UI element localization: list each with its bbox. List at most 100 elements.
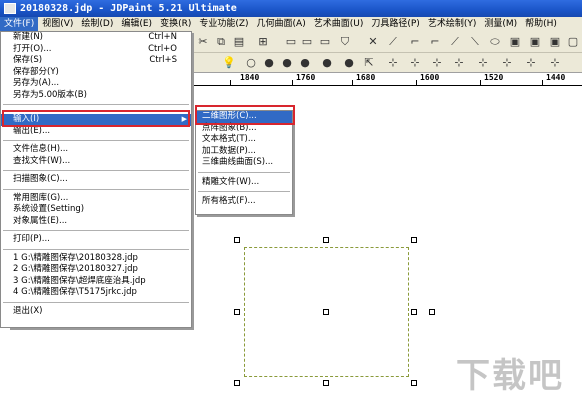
ruler-label: 1520 (484, 73, 504, 82)
bulb-icon[interactable]: 💡 (222, 56, 236, 70)
node5-icon[interactable]: ⊹ (476, 56, 490, 70)
menu-item-recent-file[interactable]: 3 G:\精雕图保存\超焊底座治具.jdp (1, 276, 191, 288)
menu-item-file-info[interactable]: 文件信息(H)... (1, 144, 191, 156)
layer3-icon[interactable]: ▭ (318, 35, 332, 49)
ruler-mark (230, 80, 231, 85)
paste-icon[interactable]: ▤ (232, 35, 246, 49)
menu-item-label: 保存(S) (13, 55, 43, 65)
selection-handle[interactable] (411, 380, 417, 386)
fillet-icon[interactable]: ⌐ (428, 35, 442, 49)
node4-icon[interactable]: ⊹ (452, 56, 466, 70)
selection-handle[interactable] (429, 309, 435, 315)
import-submenu: 二维图形(C)... 点阵图象(B)... 文本格式(T)... 加工数据(P)… (195, 110, 293, 215)
menu-item-open[interactable]: 打开(O)... Ctrl+O (1, 44, 191, 56)
menu-view[interactable]: 视图(V) (38, 17, 77, 31)
join-icon[interactable]: ⟍ (468, 35, 482, 49)
menu-item-recent-file[interactable]: 4 G:\精雕图保存\T5175jrkc.jdp (1, 287, 191, 299)
layer-icon[interactable]: ▭ (284, 35, 298, 49)
menu-transform[interactable]: 变换(R) (156, 17, 195, 31)
dot2-icon[interactable]: ● (280, 56, 294, 70)
menu-item-label: 打印(P)... (13, 234, 50, 244)
menu-item-export[interactable]: 输出(E)... (1, 126, 191, 138)
frame2-icon[interactable]: ▣ (528, 35, 542, 49)
title-bar: 20180328.jdp - JDPaint 5.21 Ultimate (0, 0, 582, 17)
menu-item-scan-image[interactable]: 扫描图象(C)... (1, 174, 191, 186)
menu-item-exit[interactable]: 退出(X) (1, 306, 191, 318)
ellipse-tool-icon[interactable]: ⬭ (488, 35, 502, 49)
menu-edit[interactable]: 编辑(E) (117, 17, 156, 31)
cursor-icon[interactable]: ⇱ (362, 56, 376, 70)
ruler-label: 1840 (240, 73, 260, 82)
menu-art-surface[interactable]: 艺术曲面(U) (310, 17, 368, 31)
frame-icon[interactable]: ▣ (508, 35, 522, 49)
menu-draw[interactable]: 绘制(D) (77, 17, 117, 31)
menu-item-new[interactable]: 新建(N) Ctrl+N (1, 32, 191, 44)
menu-item-label: 2 G:\精雕图保存\20180327.jdp (13, 264, 138, 274)
selection-handle[interactable] (234, 309, 240, 315)
menu-item-save-as-old-version[interactable]: 另存为5.00版本(B) (1, 90, 191, 102)
menu-item-recent-file[interactable]: 1 G:\精雕图保存\20180328.jdp (1, 253, 191, 265)
selection-handle[interactable] (411, 309, 417, 315)
menu-item-label: 新建(N) (13, 32, 43, 42)
selection-handle[interactable] (323, 237, 329, 243)
menu-file[interactable]: 文件(F) (0, 17, 39, 31)
grid-icon[interactable]: ⊞ (256, 35, 270, 49)
selection-handle[interactable] (411, 237, 417, 243)
submenu-item-3d-curves-surfaces[interactable]: 三维曲线曲面(S)... (196, 157, 292, 169)
menu-separator (1, 186, 191, 193)
dot5-icon[interactable]: ● (342, 56, 356, 70)
menu-measure[interactable]: 测量(M) (480, 17, 521, 31)
submenu-item-all-formats[interactable]: 所有格式(F)... (196, 196, 292, 208)
menu-art-draw[interactable]: 艺术绘制(Y) (424, 17, 481, 31)
menu-item-find-file[interactable]: 查找文件(W)... (1, 156, 191, 168)
menu-separator (196, 169, 292, 177)
menu-help[interactable]: 帮助(H) (521, 17, 561, 31)
menu-item-label: 另存为5.00版本(B) (13, 89, 87, 100)
frame4-icon[interactable]: ▢ (566, 35, 580, 49)
cut-icon[interactable]: ✂ (196, 35, 210, 49)
menu-separator (1, 299, 191, 306)
chamfer-icon[interactable]: ⟋ (448, 35, 462, 49)
menu-item-object-properties[interactable]: 对象属性(E)... (1, 216, 191, 228)
dot4-icon[interactable]: ● (320, 56, 334, 70)
selection-handle[interactable] (323, 309, 329, 315)
shortcut-label: Ctrl+S (149, 55, 177, 65)
ruler-mark (352, 80, 353, 85)
menu-item-common-library[interactable]: 常用图库(G)... (1, 193, 191, 205)
submenu-item-jingdiao-file[interactable]: 精雕文件(W)... (196, 177, 292, 189)
menu-item-save-part[interactable]: 保存部分(Y) (1, 67, 191, 79)
menu-item-save-as[interactable]: 另存为(A)... (1, 78, 191, 90)
shield-icon[interactable]: ⛉ (338, 35, 352, 49)
menu-toolpath[interactable]: 刀具路径(P) (367, 17, 423, 31)
ruler-label: 1600 (420, 73, 440, 82)
layer2-icon[interactable]: ▭ (300, 35, 314, 49)
selection-handle[interactable] (234, 380, 240, 386)
menu-item-recent-file[interactable]: 2 G:\精雕图保存\20180327.jdp (1, 264, 191, 276)
bulb-off-icon[interactable]: ○ (244, 56, 258, 70)
ruler-label: 1440 (546, 73, 566, 82)
extend-icon[interactable]: ⟋ (386, 35, 400, 49)
node7-icon[interactable]: ⊹ (524, 56, 538, 70)
node6-icon[interactable]: ⊹ (500, 56, 514, 70)
frame3-icon[interactable]: ▣ (548, 35, 562, 49)
node-icon[interactable]: ⊹ (386, 56, 400, 70)
dot3-icon[interactable]: ● (298, 56, 312, 70)
menu-professional[interactable]: 专业功能(Z) (195, 17, 252, 31)
selection-handle[interactable] (323, 380, 329, 386)
menu-item-print[interactable]: 打印(P)... (1, 234, 191, 246)
menu-geometric-surface[interactable]: 几何曲面(A) (253, 17, 310, 31)
selection-handle[interactable] (234, 237, 240, 243)
node3-icon[interactable]: ⊹ (430, 56, 444, 70)
node2-icon[interactable]: ⊹ (408, 56, 422, 70)
submenu-item-text-format[interactable]: 文本格式(T)... (196, 134, 292, 146)
trim-icon[interactable]: ✕ (366, 35, 380, 49)
node8-icon[interactable]: ⊹ (548, 56, 562, 70)
copy-icon[interactable]: ⧉ (214, 35, 228, 49)
menu-item-save[interactable]: 保存(S) Ctrl+S (1, 55, 191, 67)
dot-icon[interactable]: ● (262, 56, 276, 70)
menu-item-label: 常用图库(G)... (13, 192, 69, 203)
submenu-item-machining-data[interactable]: 加工数据(P)... (196, 146, 292, 158)
menu-separator (1, 167, 191, 174)
corner-icon[interactable]: ⌐ (408, 35, 422, 49)
menu-item-system-settings[interactable]: 系统设置(Setting) (1, 204, 191, 216)
